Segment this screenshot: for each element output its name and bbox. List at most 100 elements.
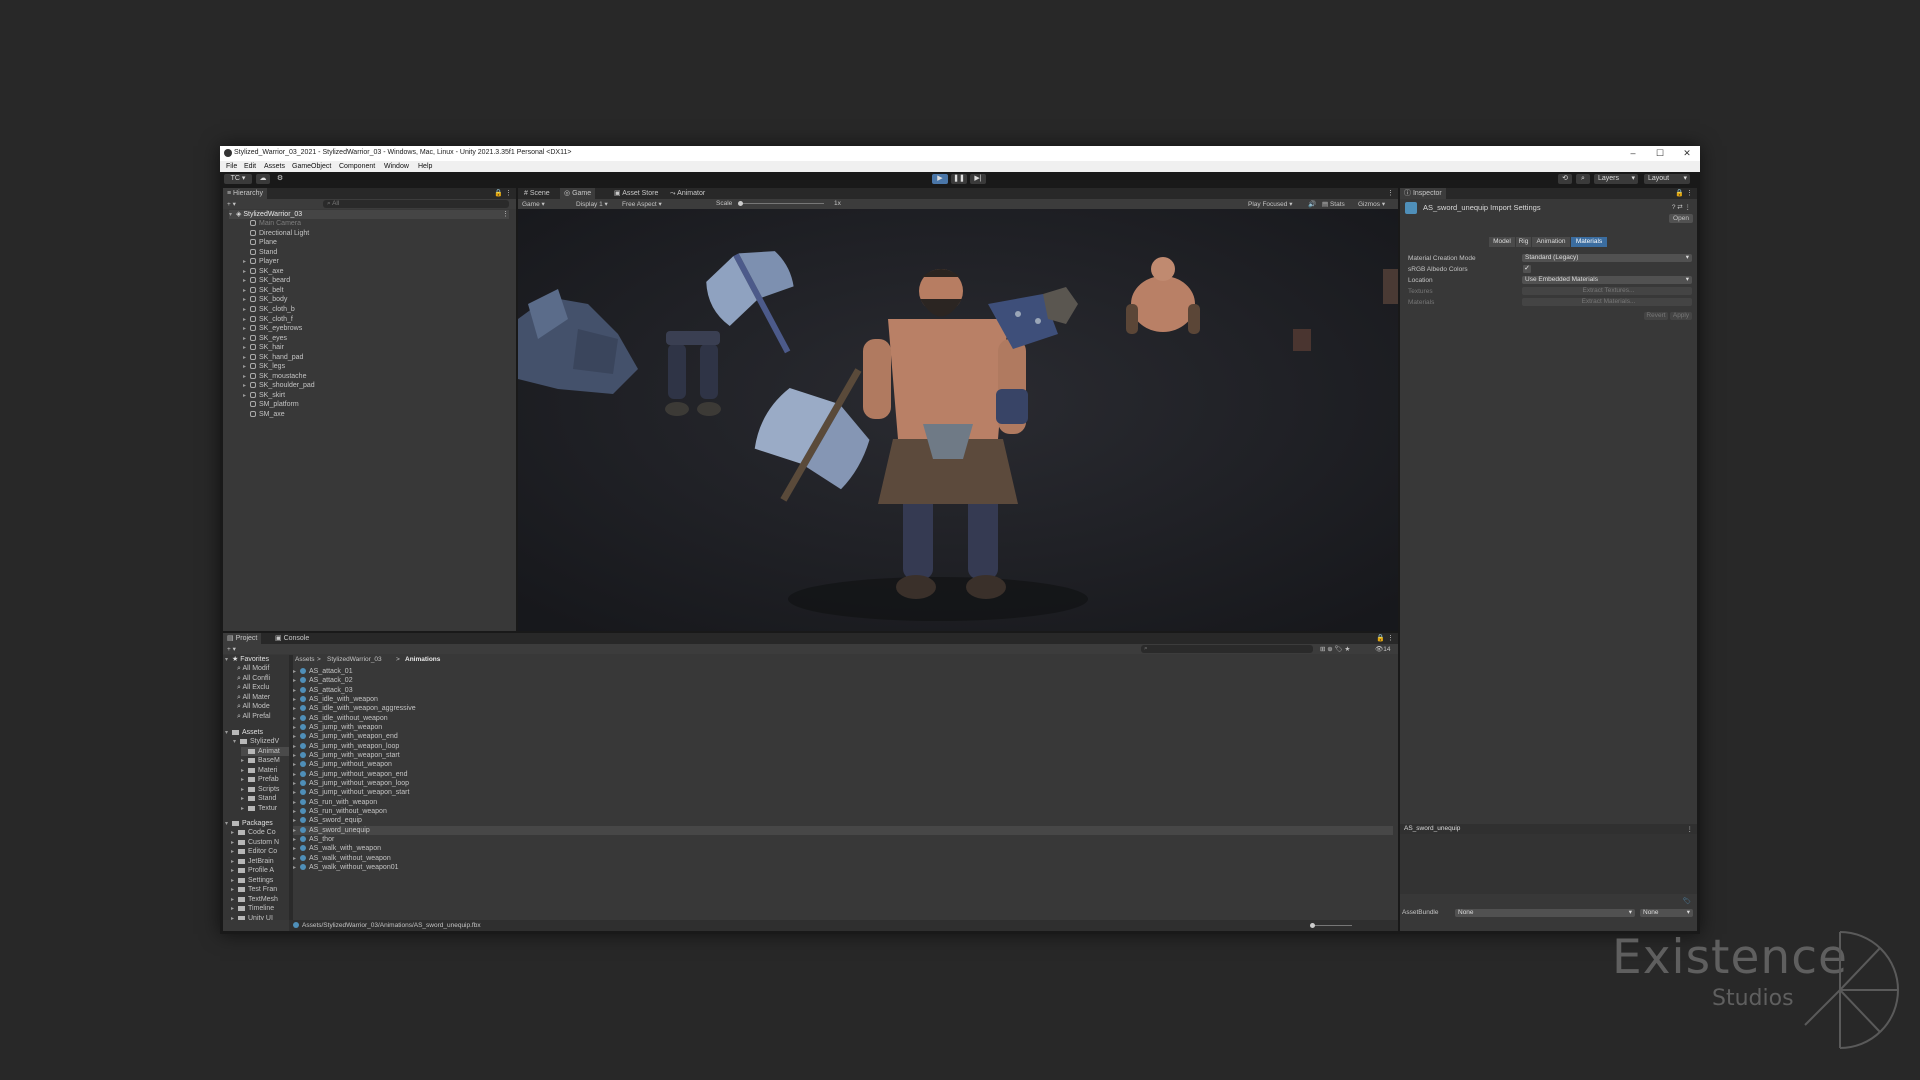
hierarchy-item[interactable]: Plane	[243, 238, 277, 247]
revert-button[interactable]: Revert	[1644, 312, 1668, 320]
animation-file-item[interactable]: ▸ AS_run_without_weapon	[293, 807, 1393, 816]
tab-materials[interactable]: Materials	[1571, 237, 1607, 247]
icon-size-thumb[interactable]	[1310, 923, 1315, 928]
icon-size-slider[interactable]	[1310, 923, 1352, 928]
srgb-albedo-checkbox[interactable]: ✓	[1523, 265, 1531, 273]
add-icon[interactable]: + ▾	[227, 200, 236, 208]
services-icon[interactable]: ⚙	[274, 174, 286, 184]
tab-hierarchy[interactable]: ≡ Hierarchy	[223, 188, 267, 199]
project-menu-icon[interactable]: 🔒 ⋮	[1372, 633, 1398, 644]
play-focused-dropdown[interactable]: Play Focused ▾	[1248, 200, 1292, 208]
fold-arrow-icon[interactable]: ▸	[231, 915, 238, 921]
menu-file[interactable]: File	[226, 163, 237, 170]
inspector-menu-icon[interactable]: 🔒 ⋮	[1671, 188, 1697, 199]
hierarchy-item[interactable]: SM_platform	[243, 400, 299, 409]
package-item[interactable]: ▸ Profile A	[231, 866, 274, 875]
tab-console[interactable]: ▣ Console	[271, 633, 313, 644]
close-button[interactable]: ✕	[1674, 147, 1700, 160]
tab-animation[interactable]: Animation	[1532, 237, 1570, 247]
tab-rig[interactable]: Rig	[1516, 237, 1531, 247]
cloud-icon[interactable]: ☁	[256, 174, 270, 184]
animation-file-item[interactable]: ▸ AS_walk_without_weapon01	[293, 863, 1393, 872]
tab-project[interactable]: ▤ Project	[223, 633, 262, 644]
material-creation-mode-dropdown[interactable]: Standard (Legacy) ▾	[1522, 254, 1692, 262]
animation-file-item[interactable]: ▸ AS_walk_without_weapon	[293, 854, 1393, 863]
favorite-item[interactable]: ⌕ All Exclu	[237, 683, 269, 692]
assets-tree-item[interactable]: ▸ BaseM	[241, 756, 280, 765]
favorite-item[interactable]: ⌕ All Mode	[237, 702, 270, 711]
open-button[interactable]: Open	[1669, 214, 1693, 223]
display-dropdown[interactable]: Display 1 ▾	[576, 200, 608, 208]
apply-button[interactable]: Apply	[1670, 312, 1692, 320]
create-icon[interactable]: + ▾	[227, 645, 236, 653]
gizmos-button[interactable]: Gizmos ▾	[1358, 200, 1385, 208]
fold-arrow-icon[interactable]: ▸	[241, 805, 248, 814]
animation-file-item[interactable]: ▸ AS_jump_with_weapon_start	[293, 751, 1393, 760]
tab-animator[interactable]: ⤳ Animator	[666, 188, 709, 199]
extract-materials-button[interactable]: Extract Materials...	[1522, 298, 1692, 306]
preview-menu-icon[interactable]: ⋮	[1687, 825, 1694, 833]
package-item[interactable]: ▸ Test Fran	[231, 885, 277, 894]
assets-tree-item[interactable]: ▸ Stand	[241, 794, 276, 803]
favorite-item[interactable]: ⌕ All Mater	[237, 693, 270, 702]
breadcrumb-animations[interactable]: Animations	[405, 656, 440, 663]
hierarchy-item[interactable]: ▸ SK_legs	[243, 362, 285, 371]
tag-icon[interactable]: 🏷	[1683, 897, 1691, 905]
hierarchy-item[interactable]: ▸ SK_hand_pad	[243, 353, 303, 362]
packages-header[interactable]: ▾ Packages	[225, 819, 273, 828]
layout-dropdown[interactable]: Layout ▾	[1644, 174, 1690, 184]
tab-scene[interactable]: # Scene	[520, 188, 554, 199]
animation-file-item[interactable]: ▸ AS_run_with_weapon	[293, 798, 1393, 807]
hierarchy-item[interactable]: Main Camera	[243, 219, 301, 228]
minimize-button[interactable]: –	[1620, 147, 1646, 160]
hierarchy-item[interactable]: ▸ SK_cloth_f	[243, 315, 293, 324]
favorite-item[interactable]: ⌕ All Prefal	[237, 712, 271, 721]
fold-arrow-icon[interactable]: ▾	[233, 738, 240, 747]
animation-file-item[interactable]: ▸ AS_jump_with_weapon_end	[293, 732, 1393, 741]
animation-file-item[interactable]: ▸ AS_sword_unequip	[293, 825, 1393, 835]
animation-file-item[interactable]: ▸ AS_jump_without_weapon_start	[293, 788, 1393, 797]
tab-game[interactable]: ◎ Game	[560, 188, 596, 199]
animation-file-item[interactable]: ▸ AS_walk_with_weapon	[293, 844, 1393, 853]
location-dropdown[interactable]: Use Embedded Materials ▾	[1522, 276, 1692, 284]
hierarchy-item[interactable]: SM_axe	[243, 410, 285, 419]
assets-tree-item[interactable]: ▸ Prefab	[241, 775, 279, 784]
animation-file-item[interactable]: ▸ AS_attack_01	[293, 667, 1393, 676]
hierarchy-search-input[interactable]: ⌕ All	[323, 200, 509, 208]
animation-file-item[interactable]: ▸ AS_idle_without_weapon	[293, 714, 1393, 723]
hierarchy-item[interactable]: ▸ SK_axe	[243, 267, 284, 276]
project-search-input[interactable]: ⌕	[1141, 645, 1313, 653]
scale-slider[interactable]	[738, 201, 824, 206]
menu-gameobject[interactable]: GameObject	[292, 163, 331, 170]
animation-file-item[interactable]: ▸ AS_jump_without_weapon_end	[293, 770, 1393, 779]
game-viewport[interactable]	[518, 209, 1398, 631]
hierarchy-item[interactable]: ▸ SK_beard	[243, 276, 290, 285]
package-item[interactable]: ▸ Custom N	[231, 838, 279, 847]
animation-file-item[interactable]: ▸ AS_attack_02	[293, 676, 1393, 685]
menu-edit[interactable]: Edit	[244, 163, 256, 170]
animation-file-item[interactable]: ▸ AS_jump_with_weapon_loop	[293, 742, 1393, 751]
hierarchy-item[interactable]: ▸ SK_eyes	[243, 334, 287, 343]
animation-file-item[interactable]: ▸ AS_idle_with_weapon	[293, 695, 1393, 704]
game-mode-dropdown[interactable]: Game ▾	[522, 200, 545, 208]
account-dropdown[interactable]: TC ▾	[224, 174, 252, 184]
hierarchy-scene-row[interactable]: ▾ ◈ StylizedWarrior_03 ⋮	[229, 210, 509, 219]
fold-arrow-icon[interactable]: ▸	[293, 864, 300, 873]
aspect-dropdown[interactable]: Free Aspect ▾	[622, 200, 662, 208]
assets-tree-item[interactable]: Animat	[241, 746, 289, 756]
hierarchy-item[interactable]: ▸ SK_eyebrows	[243, 324, 302, 333]
animation-file-item[interactable]: ▸ AS_jump_with_weapon	[293, 723, 1393, 732]
package-item[interactable]: ▸ JetBrain	[231, 857, 274, 866]
package-item[interactable]: ▸ TextMesh	[231, 895, 278, 904]
assetbundle-variant-dropdown[interactable]: None ▾	[1640, 909, 1693, 917]
animation-file-item[interactable]: ▸ AS_jump_without_weapon_loop	[293, 779, 1393, 788]
menu-help[interactable]: Help	[418, 163, 432, 170]
extract-textures-button[interactable]: Extract Textures...	[1522, 287, 1692, 295]
hidden-packages-count[interactable]: 👁14	[1375, 645, 1391, 653]
assets-tree-item[interactable]: ▾ StylizedV	[233, 737, 279, 746]
menu-component[interactable]: Component	[339, 163, 375, 170]
assets-tree-item[interactable]: ▸ Materi	[241, 766, 277, 775]
package-item[interactable]: ▸ Settings	[231, 876, 273, 885]
assets-tree-item[interactable]: ▸ Scripts	[241, 785, 279, 794]
hierarchy-item[interactable]: ▸ SK_skirt	[243, 391, 285, 400]
